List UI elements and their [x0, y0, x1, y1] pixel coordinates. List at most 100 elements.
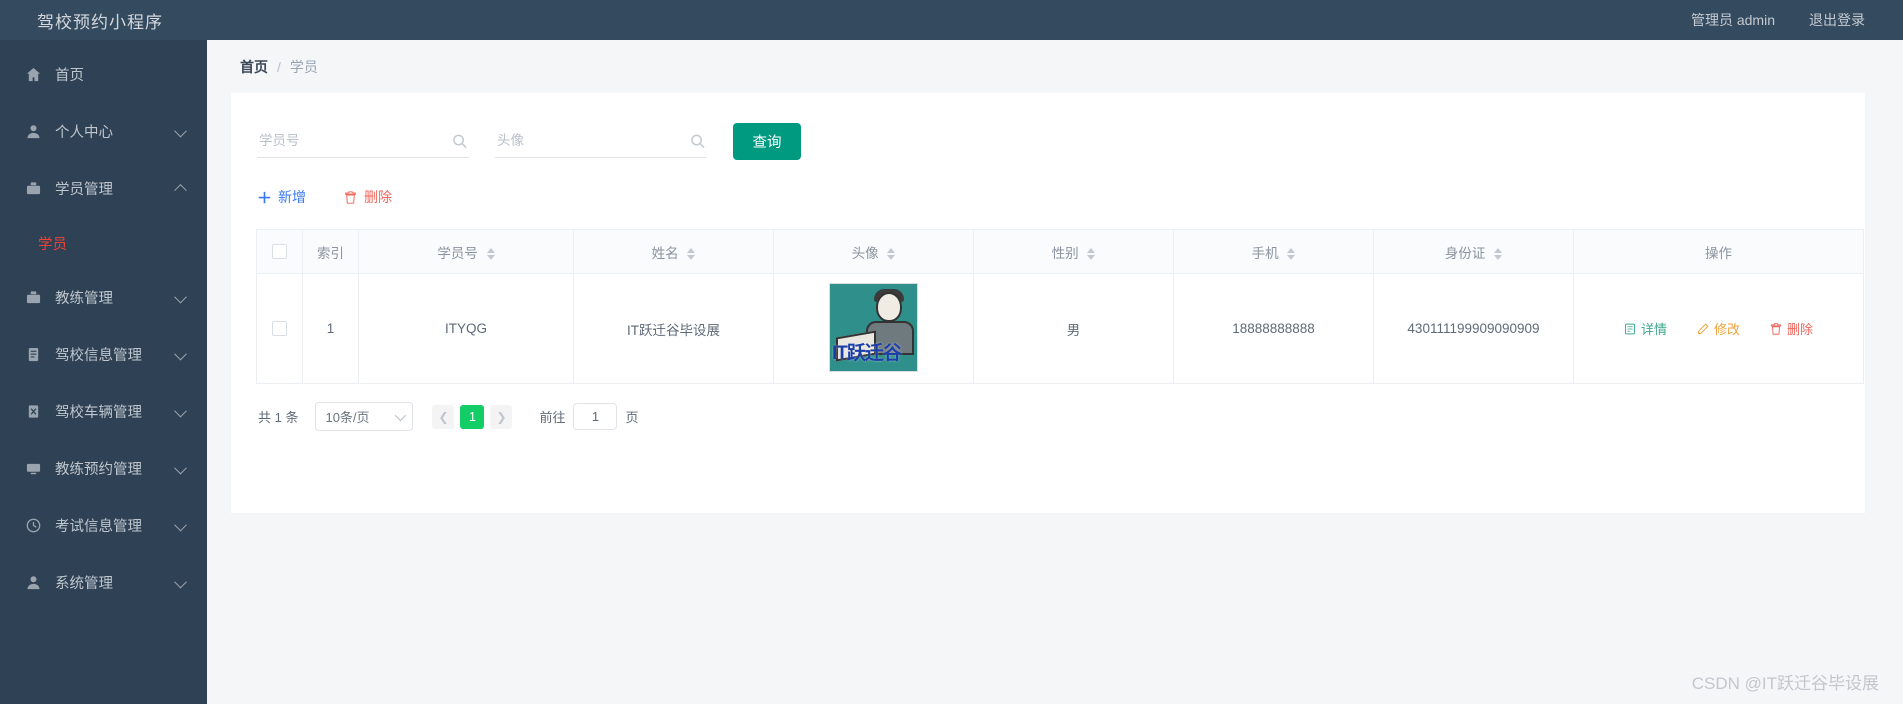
sidebar-subitem-label: 学员 [38, 236, 67, 253]
goto-label: 前往 [539, 410, 566, 425]
sidebar-subitem-student[interactable]: 学员 [0, 217, 207, 269]
column-avatar[interactable]: 头像 [773, 229, 974, 274]
sort-icon[interactable] [1087, 247, 1096, 260]
delete-button-label: 删除 [364, 189, 392, 205]
goto-page-input[interactable] [573, 403, 618, 430]
cell-avatar: IT跃迁谷 [773, 273, 974, 384]
search-input[interactable] [495, 132, 680, 149]
avatar-watermark: IT跃迁谷 [832, 342, 902, 364]
search-field-avatar[interactable] [495, 124, 707, 158]
search-input[interactable] [257, 132, 442, 149]
table-body: 1 ITYQG IT跃迁谷毕设展 IT跃迁谷 男 18888888888 430… [256, 273, 1864, 384]
cell-name: IT跃迁谷毕设展 [573, 273, 774, 384]
suitcase-icon [23, 288, 43, 308]
column-label: 学员号 [437, 245, 478, 261]
sidebar-item-school-info-management[interactable]: 驾校信息管理 [0, 326, 207, 383]
sort-icon[interactable] [887, 247, 896, 260]
chevron-down-icon [174, 290, 187, 303]
sort-icon[interactable] [687, 247, 696, 260]
cell-index: 1 [302, 273, 359, 384]
cell-phone: 18888888888 [1173, 273, 1374, 384]
content-card: 查询 新增 删除 [231, 93, 1865, 513]
sidebar-item-home[interactable]: 首页 [0, 46, 207, 103]
query-button[interactable]: 查询 [733, 122, 801, 160]
delete-button[interactable]: 删除 [344, 187, 392, 207]
column-label: 操作 [1705, 245, 1732, 261]
remove-button[interactable]: 删除 [1770, 319, 1813, 338]
sidebar-item-coach-booking-management[interactable]: 教练预约管理 [0, 440, 207, 497]
sort-icon[interactable] [1287, 247, 1296, 260]
search-icon [690, 133, 705, 148]
breadcrumb-root[interactable]: 首页 [240, 57, 268, 77]
column-phone[interactable]: 手机 [1173, 229, 1374, 274]
page-unit-label: 页 [625, 410, 639, 425]
sidebar-item-personal-center[interactable]: 个人中心 [0, 103, 207, 160]
breadcrumb-separator: / [277, 58, 281, 75]
cell-student-no: ITYQG [358, 273, 574, 384]
monitor-icon [23, 459, 43, 479]
prev-page-button[interactable]: ❮ [432, 404, 455, 429]
breadcrumb-current: 学员 [289, 58, 318, 75]
sidebar-item-school-vehicle-management[interactable]: 驾校车辆管理 [0, 383, 207, 440]
chevron-down-icon [174, 575, 187, 588]
student-table: 索引 学员号 姓名 头像 性别 手机 身份证 操作 1 ITYQG IT跃迁谷毕… [256, 229, 1864, 384]
home-icon [23, 65, 43, 85]
row-checkbox[interactable] [272, 321, 287, 337]
sidebar-item-coach-management[interactable]: 教练管理 [0, 269, 207, 326]
column-gender[interactable]: 性别 [973, 229, 1174, 274]
list-icon [1625, 323, 1635, 334]
sort-icon[interactable] [1494, 247, 1503, 260]
breadcrumb: 首页 / 学员 [207, 40, 1903, 93]
search-icon [452, 133, 467, 148]
page-number-button[interactable]: 1 [460, 404, 485, 429]
header-right: 管理员 admin 退出登录 [1691, 10, 1903, 30]
current-user-label: 管理员 admin [1690, 12, 1775, 28]
row-select-cell[interactable] [256, 273, 303, 384]
column-select-all[interactable] [256, 229, 303, 274]
cell-id-card: 430111199909090909 [1373, 273, 1574, 384]
logout-button[interactable]: 退出登录 [1809, 10, 1865, 30]
total-count-label: 共 1 条 [258, 410, 299, 425]
cell-operations: 详情 修改 删除 [1573, 273, 1864, 384]
sidebar-item-system-management[interactable]: 系统管理 [0, 554, 207, 611]
column-label: 性别 [1051, 245, 1079, 261]
avatar[interactable]: IT跃迁谷 [829, 282, 918, 372]
column-label: 索引 [317, 245, 344, 261]
select-all-checkbox[interactable] [272, 244, 287, 260]
sort-icon[interactable] [486, 247, 495, 260]
column-label: 手机 [1251, 245, 1279, 261]
clock-icon [23, 516, 43, 536]
pencil-icon [1698, 322, 1709, 334]
sidebar-item-label: 驾校信息管理 [55, 348, 142, 364]
sidebar-item-label: 驾校车辆管理 [55, 405, 142, 421]
column-name[interactable]: 姓名 [573, 229, 774, 274]
data-table-wrapper: 索引 学员号 姓名 头像 性别 手机 身份证 操作 1 ITYQG IT跃迁谷毕… [231, 215, 1865, 384]
search-field-student-no[interactable] [257, 124, 469, 158]
main-content: 首页 / 学员 查询 [207, 40, 1903, 704]
next-page-button[interactable]: ❯ [490, 404, 513, 429]
table-toolbar: 新增 删除 [231, 167, 1865, 215]
watermark: CSDN @IT跃迁谷毕设展 [1691, 674, 1879, 693]
sidebar: 首页 个人中心 学员管理 学员 教练管理 驾校信息管理 驾校车辆管理 教练预约管… [0, 40, 207, 704]
sidebar-item-student-management[interactable]: 学员管理 [0, 160, 207, 217]
remove-button-label: 删除 [1787, 322, 1814, 337]
page-size-select[interactable]: 10条/页 [315, 402, 414, 431]
column-id-card[interactable]: 身份证 [1373, 229, 1574, 274]
column-label: 身份证 [1444, 245, 1486, 261]
column-student-no[interactable]: 学员号 [358, 229, 574, 274]
sidebar-item-exam-info-management[interactable]: 考试信息管理 [0, 497, 207, 554]
edit-button[interactable]: 修改 [1697, 319, 1740, 338]
add-button[interactable]: 新增 [258, 187, 306, 207]
column-operations: 操作 [1573, 229, 1864, 274]
sidebar-item-label: 教练管理 [55, 291, 113, 307]
edit-button-label: 修改 [1713, 322, 1740, 337]
table-header-row: 索引 学员号 姓名 头像 性别 手机 身份证 操作 [256, 229, 1864, 274]
goto-page-group: 前往 页 [539, 403, 639, 430]
page-buttons: ❮ 1 ❯ [432, 404, 513, 429]
table-row[interactable]: 1 ITYQG IT跃迁谷毕设展 IT跃迁谷 男 18888888888 430… [256, 273, 1864, 384]
page-size-label: 10条/页 [325, 410, 370, 425]
detail-button[interactable]: 详情 [1624, 319, 1667, 338]
sidebar-item-label: 教练预约管理 [55, 462, 142, 478]
chevron-down-icon [174, 124, 187, 137]
plus-icon [258, 191, 271, 203]
